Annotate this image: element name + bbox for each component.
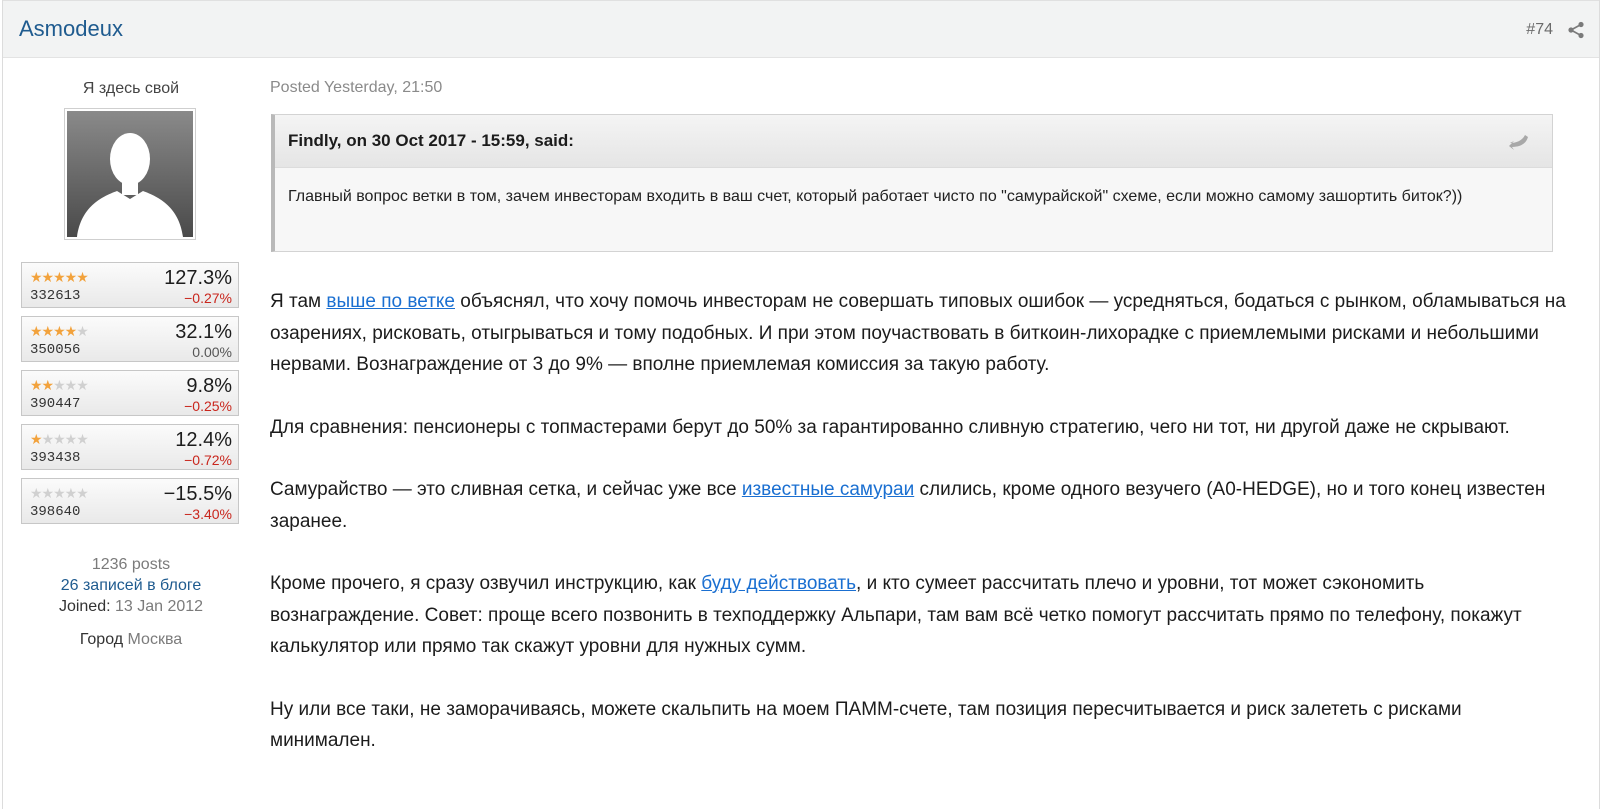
quote-block: Findly, on 30 Oct 2017 - 15:59, said: Гл… (271, 114, 1553, 252)
city: Город Москва (17, 629, 245, 650)
post-date: Posted Yesterday, 21:50 (270, 79, 443, 96)
quote-jump-icon[interactable] (1508, 133, 1530, 151)
post-body: Я там выше по ветке объяснял, что хочу п… (270, 286, 1570, 788)
author-name-link[interactable]: Asmodeux (19, 16, 123, 42)
city-label: Город (79, 631, 124, 648)
joined-value: 13 Jan 2012 (110, 598, 204, 615)
author-stats: 1236 posts 26 записей в блоге Joined: 13… (17, 554, 245, 650)
paragraph: Кроме прочего, я сразу озвучил инструкци… (270, 568, 1570, 663)
account-return: 32.1% (175, 321, 232, 343)
rating-stars-icon: ★★★★★ (30, 431, 89, 447)
link-above-in-thread[interactable]: выше по ветке (326, 291, 455, 312)
city-value: Москва (123, 631, 183, 648)
paragraph: Самурайство — это сливная сетка, и сейча… (270, 474, 1570, 537)
quote-header: Findly, on 30 Oct 2017 - 15:59, said: (275, 115, 1552, 168)
text: объяснял, что хочу помочь инвесторам не … (270, 291, 1566, 375)
blog-entries-link[interactable]: 26 записей в блоге (61, 577, 202, 594)
account-return: 127.3% (164, 267, 232, 289)
member-title: Я здесь свой (82, 80, 180, 97)
joined-date: Joined: 13 Jan 2012 (17, 596, 245, 617)
share-icon[interactable] (1567, 21, 1585, 39)
text: Кроме прочего, я сразу озвучил инструкци… (270, 573, 702, 594)
account-return: 12.4% (175, 429, 232, 451)
default-avatar-icon (77, 133, 183, 237)
account-change: −0.25% (184, 398, 232, 414)
link-known-samurai[interactable]: известные самураи (742, 479, 914, 500)
link-will-act[interactable]: буду действовать (701, 573, 856, 594)
avatar[interactable] (64, 108, 196, 240)
account-id: 390447 (30, 396, 81, 412)
rating-stars-icon: ★★★★★ (30, 485, 89, 501)
account-return: −15.5% (163, 483, 232, 505)
account-id: 393438 (30, 450, 81, 466)
post-count: 1236 posts (91, 556, 171, 573)
rating-stars-icon: ★★★★★ (30, 269, 89, 285)
forum-post: Asmodeux #74 Я здесь свой ★★★★★ 332613 1… (2, 0, 1600, 809)
account-change: 0.00% (192, 344, 232, 360)
pamm-account-card[interactable]: ★★★★★ 350056 32.1% 0.00% (21, 316, 239, 362)
quote-text: Главный вопрос ветки в том, зачем инвест… (288, 188, 1463, 205)
paragraph: Ну или все таки, не заморачиваясь, может… (270, 698, 1462, 752)
account-id: 332613 (30, 288, 81, 304)
account-id: 398640 (30, 504, 81, 520)
text: Самурайство — это сливная сетка, и сейча… (270, 479, 742, 500)
pamm-account-card[interactable]: ★★★★★ 393438 12.4% −0.72% (21, 424, 239, 470)
joined-label: Joined: (58, 598, 111, 615)
text: Я там (270, 291, 327, 312)
pamm-account-card[interactable]: ★★★★★ 398640 −15.5% −3.40% (21, 478, 239, 524)
paragraph: Для сравнения: пенсионеры с топмастерами… (270, 416, 1510, 438)
account-change: −0.27% (184, 290, 232, 306)
quote-citation: Findly, on 30 Oct 2017 - 15:59, said: (288, 131, 574, 150)
post-number-link[interactable]: #74 (1526, 21, 1553, 39)
paragraph: Я там выше по ветке объяснял, что хочу п… (270, 286, 1570, 381)
account-change: −0.72% (184, 452, 232, 468)
account-change: −3.40% (184, 506, 232, 522)
rating-stars-icon: ★★★★★ (30, 377, 89, 393)
pamm-account-card[interactable]: ★★★★★ 390447 9.8% −0.25% (21, 370, 239, 416)
rating-stars-icon: ★★★★★ (30, 323, 89, 339)
account-return: 9.8% (186, 375, 232, 397)
account-id: 350056 (30, 342, 81, 358)
pamm-ratings: ★★★★★ 332613 127.3% −0.27% ★★★★★ 350056 … (21, 262, 241, 532)
pamm-account-card[interactable]: ★★★★★ 332613 127.3% −0.27% (21, 262, 239, 308)
post-header: Asmodeux #74 (3, 0, 1599, 58)
